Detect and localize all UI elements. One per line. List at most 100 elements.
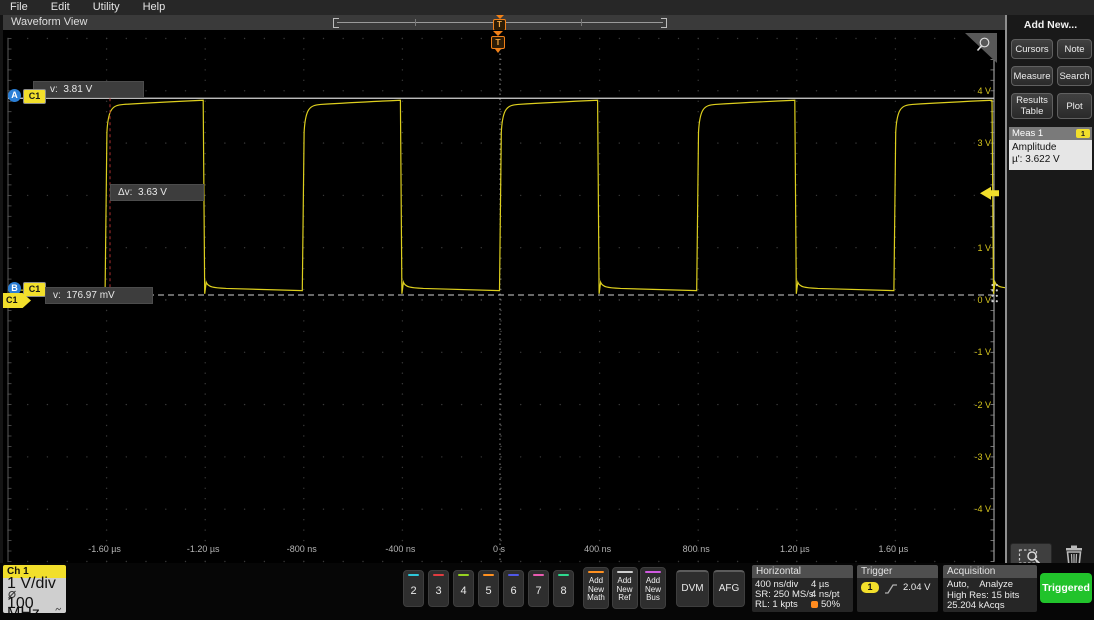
navigator-tick — [581, 19, 582, 26]
x-axis-label: 0 s — [467, 544, 531, 554]
tab-waveform-view[interactable]: Waveform View — [11, 15, 87, 30]
add-button-label: Add New Math — [584, 577, 608, 603]
horizontal-header: Horizontal — [752, 565, 853, 578]
channel-6-button[interactable]: 6 — [503, 570, 524, 607]
add-new-math-button[interactable]: Add New Math — [583, 567, 609, 609]
cursor-a-readout[interactable]: v: 3.81 V — [33, 81, 144, 98]
note-button[interactable]: Note — [1057, 39, 1092, 59]
channel-3-button[interactable]: 3 — [428, 570, 449, 607]
trigger-status-button[interactable]: Triggered — [1040, 573, 1092, 603]
channel-1-settings: 1 V/div 100 MHz — [3, 578, 66, 613]
channel-7-button[interactable]: 7 — [528, 570, 549, 607]
horizontal-settings: 400 ns/div4 µsSR: 250 MS/s4 ns/ptRL: 1 k… — [752, 578, 853, 612]
x-axis-label: 400 ns — [566, 544, 630, 554]
channel-button-label: 2 — [404, 585, 423, 597]
timebase-navigator[interactable]: T — [333, 15, 667, 30]
trigger-flag-tail-icon — [495, 49, 501, 53]
acquisition-badge[interactable]: Acquisition Auto, AnalyzeHigh Res: 15 bi… — [943, 565, 1037, 612]
navigator-tick — [415, 19, 416, 26]
channel-button-label: 5 — [479, 585, 498, 597]
measure-button[interactable]: Measure — [1011, 66, 1053, 86]
menu-help[interactable]: Help — [143, 0, 166, 15]
plot-overlay: T v: 3.81 V A C1 Δv: 3.63 V B C1 v: 176.… — [3, 30, 1007, 563]
channel-color-stripe — [533, 574, 544, 576]
channel-4-button[interactable]: 4 — [453, 570, 474, 607]
y-axis-label: 4 V — [947, 86, 991, 96]
measurement-title: Meas 1 — [1012, 128, 1043, 139]
afg-button[interactable]: AFG — [713, 570, 745, 607]
x-axis-label: -400 ns — [368, 544, 432, 554]
channel-button-label: 8 — [554, 585, 573, 597]
cursor-b-readout[interactable]: v: 176.97 mV — [45, 287, 153, 304]
channel-button-label: 3 — [429, 585, 448, 597]
measurement-card[interactable]: Meas 1 1 Amplitude µ': 3.622 V — [1009, 127, 1092, 170]
plot-area[interactable]: T v: 3.81 V A C1 Δv: 3.63 V B C1 v: 176.… — [3, 30, 1007, 563]
channel-8-button[interactable]: 8 — [553, 570, 574, 607]
y-axis-label: -2 V — [947, 400, 991, 410]
cursor-b-source-badge[interactable]: C1 — [23, 282, 46, 297]
channel-button-label: 4 — [454, 585, 473, 597]
y-axis-label: 3 V — [947, 138, 991, 148]
trigger-settings: 1 2.04 V — [857, 578, 938, 612]
cursors-button[interactable]: Cursors — [1011, 39, 1053, 59]
channel-color-stripe — [433, 574, 444, 576]
oscilloscope-app: { "menu": { "items": ["File", "Edit", "U… — [0, 0, 1094, 620]
search-button[interactable]: Search — [1057, 66, 1092, 86]
bottom-bar: Ch 1 1 V/div 100 MHz 2345678 Add New Mat… — [0, 563, 1094, 620]
trigger-level-value: 2.04 V — [903, 582, 930, 593]
channel-1-badge[interactable]: Ch 1 1 V/div 100 MHz — [3, 565, 66, 613]
x-axis-label: -800 ns — [270, 544, 334, 554]
menu-file[interactable]: File — [10, 0, 28, 15]
trigger-badge[interactable]: Trigger 1 2.04 V — [857, 565, 938, 612]
x-axis-label: -1.60 µs — [73, 544, 137, 554]
add-button-color-stripe — [588, 571, 604, 573]
x-axis-label: 1.60 µs — [861, 544, 925, 554]
channel-color-stripe — [558, 574, 569, 576]
channel-1-bandwidth: 100 MHz — [7, 599, 53, 614]
results-table-button[interactable]: Results Table — [1011, 93, 1053, 119]
cursor-a-source-badge[interactable]: C1 — [23, 89, 46, 104]
channel-5-button[interactable]: 5 — [478, 570, 499, 607]
cursor-a-badge[interactable]: A — [8, 89, 21, 102]
measurement-value: µ': 3.622 V — [1012, 154, 1089, 166]
acquisition-row: 25.204 kAcqs — [947, 601, 1033, 612]
y-axis-label: 1 V — [947, 243, 991, 253]
cursor-delta-readout[interactable]: Δv: 3.63 V — [110, 184, 204, 201]
channel-color-stripe — [508, 574, 519, 576]
trigger-source-badge: 1 — [861, 582, 879, 593]
y-axis-label: -3 V — [947, 452, 991, 462]
channel-color-stripe — [408, 574, 419, 576]
acquisition-settings: Auto, AnalyzeHigh Res: 15 bits25.204 kAc… — [943, 578, 1037, 612]
y-axis-label: -1 V — [947, 347, 991, 357]
add-button-color-stripe — [645, 571, 661, 573]
channel-button-label: 7 — [529, 585, 548, 597]
measurement-source-badge: 1 — [1076, 129, 1090, 138]
horizontal-badge[interactable]: Horizontal 400 ns/div4 µsSR: 250 MS/s4 n… — [752, 565, 853, 612]
trigger-header: Trigger — [857, 565, 938, 578]
acquisition-row: Auto, Analyze — [947, 580, 1033, 591]
horizontal-value: RL: 1 kpts — [755, 600, 811, 610]
channel-color-stripe — [458, 574, 469, 576]
measurement-card-header[interactable]: Meas 1 1 — [1009, 127, 1092, 140]
measurement-name: Amplitude — [1012, 142, 1089, 154]
plot-button[interactable]: Plot — [1057, 93, 1092, 119]
acquisition-header: Acquisition — [943, 565, 1037, 578]
x-axis-label: 800 ns — [664, 544, 728, 554]
expansion-point-icon — [811, 601, 818, 608]
measurement-card-body: Amplitude µ': 3.622 V — [1009, 140, 1092, 170]
add-new-bus-button[interactable]: Add New Bus — [640, 567, 666, 609]
horizontal-row: RL: 1 kpts50% — [755, 600, 850, 610]
x-axis-label: -1.20 µs — [171, 544, 235, 554]
bandwidth-icon — [55, 605, 62, 613]
channel-color-stripe — [483, 574, 494, 576]
add-new-ref-button[interactable]: Add New Ref — [612, 567, 638, 609]
add-new-title: Add New... — [1007, 15, 1094, 31]
menu-utility[interactable]: Utility — [93, 0, 120, 15]
navigator-right-bracket-icon — [661, 18, 667, 28]
channel-2-button[interactable]: 2 — [403, 570, 424, 607]
navigator-trigger-marker[interactable]: T — [493, 15, 506, 31]
trigger-position-flag[interactable]: T — [491, 31, 505, 53]
dvm-button[interactable]: DVM — [676, 570, 709, 607]
menu-edit[interactable]: Edit — [51, 0, 70, 15]
add-button-label: Add New Ref — [613, 577, 637, 603]
